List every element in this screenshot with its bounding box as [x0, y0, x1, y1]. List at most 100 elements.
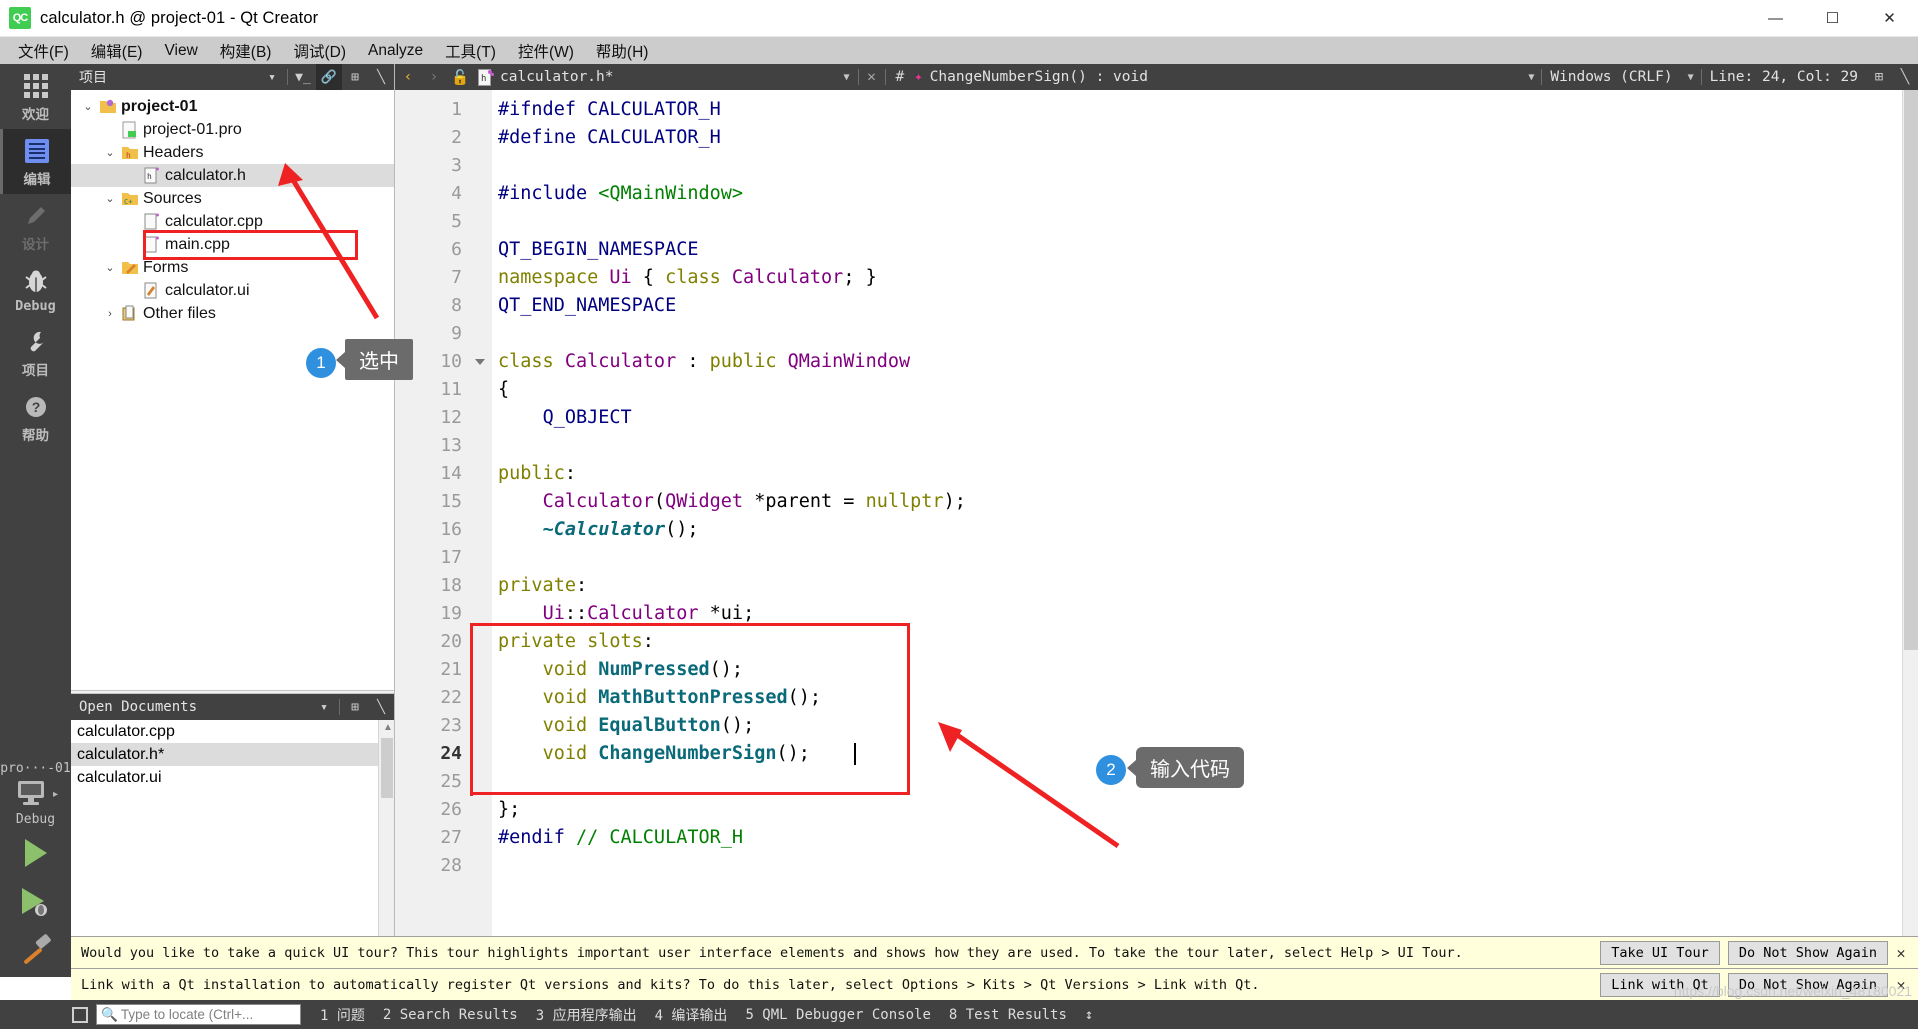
open-document-item[interactable]: calculator.h* — [71, 743, 394, 766]
output-pane-tab[interactable]: 5 QML Debugger Console — [736, 1007, 939, 1023]
current-file-name[interactable]: calculator.h* ▼ — [500, 69, 858, 85]
code-token: ( — [653, 491, 666, 512]
open-document-item[interactable]: calculator.cpp — [71, 720, 394, 743]
code-token: (); — [709, 659, 744, 680]
close-icon[interactable]: ╲ — [368, 64, 394, 90]
code-token: : — [642, 631, 654, 652]
panel-dropdown-icon[interactable]: ▾ — [311, 694, 337, 720]
menu-debug[interactable]: 调试(D) — [282, 37, 357, 65]
text-cursor — [854, 743, 856, 765]
open-documents-panel: Open Documents ▾ ⊞ ╲ calculator.cpp calcu… — [71, 694, 394, 977]
run-button[interactable] — [0, 829, 71, 877]
editor-scrollbar[interactable] — [1902, 90, 1918, 977]
mode-5[interactable]: ? 帮助 — [0, 385, 71, 450]
maximize-button[interactable]: ☐ — [1804, 0, 1861, 37]
target-selector[interactable]: ▸ — [13, 778, 58, 810]
expand-arrow-icon[interactable]: › — [101, 308, 119, 320]
menu-help[interactable]: 帮助(H) — [585, 37, 660, 65]
build-button[interactable] — [0, 925, 71, 973]
tree-item-headers[interactable]: ⌄ h Headers — [71, 141, 394, 164]
expand-arrow-icon[interactable]: ⌄ — [101, 192, 119, 205]
menu-build[interactable]: 构建(B) — [209, 37, 283, 65]
scroll-up-icon[interactable]: ▲ — [383, 722, 393, 733]
code-line: #endif // CALCULATOR_H — [498, 824, 743, 852]
chevron-down-icon[interactable]: ▼ — [1521, 72, 1541, 83]
chevron-down-icon[interactable]: ▼ — [1681, 72, 1701, 83]
code-text-area[interactable]: #ifndef CALCULATOR_H #define CALCULATOR_H… — [470, 90, 1918, 977]
editor-file-selector[interactable]: h calculator.h* ▼ — [473, 68, 858, 87]
close-button[interactable]: ✕ — [1861, 0, 1918, 37]
mode-glyph — [23, 72, 48, 100]
info-bar-close-icon[interactable]: ✕ — [1888, 944, 1914, 962]
menu-edit[interactable]: 编辑(E) — [80, 37, 154, 65]
close-document-button[interactable]: ✕ — [859, 69, 885, 85]
search-input[interactable]: 🔍 Type to locate (Ctrl+... — [96, 1004, 301, 1025]
fold-gutter[interactable] — [470, 90, 492, 977]
grid-icon — [23, 74, 48, 98]
line-ending-selector[interactable]: Windows (CRLF) — [1542, 69, 1680, 85]
symbol-selector[interactable]: ✦ ChangeNumberSign() : void — [914, 69, 1148, 85]
scrollbar-thumb[interactable] — [381, 738, 393, 798]
kit-name[interactable]: pro···-01 — [0, 761, 70, 776]
symbol-scope-icon[interactable]: # — [886, 69, 915, 85]
tree-item-calculator-h[interactable]: h calculator.h — [71, 164, 394, 187]
watermark: https://blog.csdn.net/weixin_48180021 — [1673, 983, 1912, 999]
code-token: QT_END_NAMESPACE — [498, 295, 677, 316]
tree-item-sources[interactable]: ⌄ C+ Sources — [71, 187, 394, 210]
code-token: void — [542, 743, 599, 764]
mode-3[interactable]: Debug — [0, 259, 71, 320]
mode-4[interactable]: 项目 — [0, 320, 71, 385]
tree-item-other-files[interactable]: › Other files — [71, 302, 394, 325]
fold-toggle-icon[interactable] — [475, 359, 485, 365]
split-icon[interactable]: ⊞ — [342, 694, 368, 720]
mode-glyph — [22, 267, 50, 295]
start-debugging-button[interactable] — [0, 877, 71, 925]
mode-0[interactable]: 欢迎 — [0, 64, 71, 129]
navigate-back-button[interactable]: ‹ — [395, 69, 421, 85]
menu-tools[interactable]: 工具(T) — [434, 37, 507, 65]
menu-file[interactable]: 文件(F) — [7, 37, 80, 65]
minimize-button[interactable]: — — [1747, 0, 1804, 37]
sidebar-toggle-icon[interactable] — [72, 1006, 88, 1023]
panel-dropdown-icon[interactable]: ▾ — [259, 64, 285, 90]
code-line: public: — [498, 460, 576, 488]
output-pane-tab[interactable]: 8 Test Results — [940, 1007, 1076, 1023]
output-pane-tab[interactable]: 3 应用程序输出 — [527, 1005, 646, 1025]
menu-analyze[interactable]: Analyze — [357, 39, 434, 63]
split-editor-icon[interactable]: ⊞ — [1866, 69, 1892, 85]
annotation-callout-1: 选中 — [345, 339, 413, 380]
open-document-item[interactable]: calculator.ui — [71, 766, 394, 789]
navigate-forward-button[interactable]: › — [421, 69, 447, 85]
scrollbar-thumb[interactable] — [1904, 90, 1918, 650]
tree-item-forms[interactable]: ⌄ Forms — [71, 256, 394, 279]
mode-1[interactable]: 编辑 — [0, 129, 71, 194]
expand-arrow-icon[interactable]: ⌄ — [79, 100, 97, 113]
tree-item-project-01-pro[interactable]: project-01.pro — [71, 118, 394, 141]
cursor-position-label[interactable]: Line: 24, Col: 29 — [1702, 69, 1866, 85]
mode-2[interactable]: 设计 — [0, 194, 71, 259]
line-number: 9 — [451, 323, 462, 344]
tree-item-calculator-cpp[interactable]: calculator.cpp — [71, 210, 394, 233]
tree-item-project-01[interactable]: ⌄ project-01 — [71, 95, 394, 118]
output-pane-tab[interactable]: 4 编译输出 — [646, 1005, 737, 1025]
info-bar-primary-button[interactable]: Take UI Tour — [1600, 940, 1720, 965]
menu-widgets[interactable]: 控件(W) — [507, 37, 585, 65]
expand-arrow-icon[interactable]: ⌄ — [101, 261, 119, 274]
project-tree[interactable]: ⌄ project-01 project-01.pro ⌄ h Headers h calcu… — [71, 90, 394, 690]
info-bar-secondary-button[interactable]: Do Not Show Again — [1727, 940, 1888, 965]
menu-view[interactable]: View — [153, 39, 208, 63]
tree-item-calculator-ui[interactable]: calculator.ui — [71, 279, 394, 302]
close-split-icon[interactable]: ╲ — [1892, 69, 1918, 85]
tree-item-main-cpp[interactable]: main.cpp — [71, 233, 394, 256]
wrench-icon — [30, 331, 44, 352]
close-icon[interactable]: ╲ — [368, 694, 394, 720]
link-icon[interactable]: 🔗 — [316, 64, 342, 90]
expand-arrow-icon[interactable]: ⌄ — [101, 146, 119, 159]
output-pane-tab[interactable]: 2 Search Results — [374, 1007, 527, 1023]
split-icon[interactable]: ⊞ — [342, 64, 368, 90]
unlock-icon[interactable]: 🔓 — [447, 69, 473, 86]
chevron-down-icon[interactable]: ▼ — [844, 72, 858, 83]
output-pane-tab[interactable]: 1 问题 — [311, 1005, 374, 1025]
filter-icon[interactable]: ▼̲ — [290, 64, 316, 90]
expand-output-icon[interactable]: ↕ — [1076, 1007, 1102, 1023]
